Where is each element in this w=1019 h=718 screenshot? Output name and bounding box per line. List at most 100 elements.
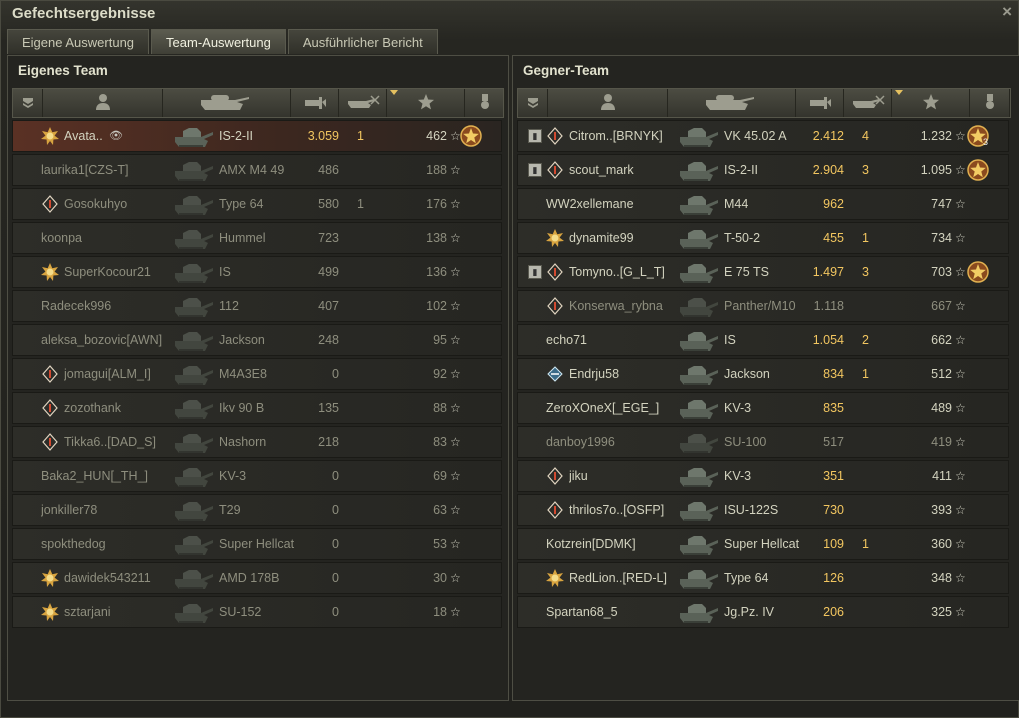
player-row[interactable]: laurika1[CZS-T] AMX M4 49 486 188 ☆ — [12, 154, 502, 186]
player-name[interactable]: Citrom..[BRNYK] — [569, 121, 663, 151]
player-name[interactable]: zozothank — [64, 393, 121, 423]
player-row[interactable]: aleksa_bozovic[AWN] Jackson 248 95 ☆ — [12, 324, 502, 356]
player-name[interactable]: Spartan68_5 — [546, 597, 618, 627]
player-row[interactable]: jomagui[ALM_I] M4A3E8 0 92 ☆ — [12, 358, 502, 390]
star-badge-icon — [546, 229, 564, 247]
player-name[interactable]: Baka2_HUN[_TH_] — [41, 461, 148, 491]
tank-name: Panther/M10 — [724, 299, 796, 313]
tank-image-icon — [171, 190, 217, 218]
player-name[interactable]: dynamite99 — [569, 223, 634, 253]
player-name[interactable]: SuperKocour21 — [64, 257, 151, 287]
player-name[interactable]: laurika1[CZS-T] — [41, 155, 129, 185]
player-row[interactable]: koonpa Hummel 723 138 ☆ — [12, 222, 502, 254]
player-name[interactable]: jonkiller78 — [41, 495, 97, 525]
player-row[interactable]: Tikka6..[DAD_S] Nashorn 218 83 ☆ — [12, 426, 502, 458]
player-row[interactable]: Endrju58 Jackson 834 1 512 ☆ — [517, 358, 1009, 390]
player-row[interactable]: thrilos7o..[OSFP] ISU-122S 730 393 ☆ — [517, 494, 1009, 526]
xp-star-column-header[interactable] — [387, 89, 465, 117]
player-column-header[interactable] — [43, 89, 163, 117]
tab-team-report[interactable]: Team-Auswertung — [151, 29, 286, 54]
star-badge-icon — [41, 569, 59, 587]
player-row[interactable]: WW2xellemane M44 962 747 ☆ — [517, 188, 1009, 220]
player-row[interactable]: jiku KV-3 351 411 ☆ — [517, 460, 1009, 492]
player-name[interactable]: thrilos7o..[OSFP] — [569, 495, 664, 525]
player-row[interactable]: Spartan68_5 Jg.Pz. IV 206 325 ☆ — [517, 596, 1009, 628]
player-row[interactable]: RedLion..[RED-L] Type 64 126 348 ☆ — [517, 562, 1009, 594]
platoon-column-header[interactable] — [518, 89, 548, 117]
player-row[interactable]: SuperKocour21 IS 499 136 ☆ — [12, 256, 502, 288]
player-name[interactable]: Gosokuhyo — [64, 189, 127, 219]
player-name[interactable]: Endrju58 — [569, 359, 619, 389]
player-name[interactable]: WW2xellemane — [546, 189, 634, 219]
tank-name: KV-3 — [219, 469, 247, 483]
player-row[interactable]: Gosokuhyo Type 64 580 1 176 ☆ — [12, 188, 502, 220]
tab-detailed-report[interactable]: Ausführlicher Bericht — [287, 29, 438, 54]
player-row[interactable]: Avata.. 👁 IS-2-II 3.059 1 462 ☆ — [12, 120, 502, 152]
player-column-header[interactable] — [548, 89, 668, 117]
damage-value: 0 — [332, 367, 339, 381]
close-icon[interactable]: × — [1002, 2, 1012, 22]
player-name[interactable]: Kotzrein[DDMK] — [546, 529, 636, 559]
xp-value: 667 — [931, 299, 952, 313]
player-row[interactable]: dynamite99 T-50-2 455 1 734 ☆ — [517, 222, 1009, 254]
diamond-badge-icon — [41, 365, 59, 383]
xp-star-icon: ☆ — [450, 197, 461, 211]
tank-name: Ikv 90 B — [219, 401, 265, 415]
player-name[interactable]: Radecek996 — [41, 291, 111, 321]
player-name[interactable]: jiku — [569, 461, 588, 491]
player-row[interactable]: zozothank Ikv 90 B 135 88 ☆ — [12, 392, 502, 424]
damage-column-header[interactable] — [796, 89, 844, 117]
player-row[interactable]: danboy1996 SU-100 517 419 ☆ — [517, 426, 1009, 458]
medal-icon[interactable] — [459, 124, 483, 148]
player-name[interactable]: Tomyno..[G_L_T] — [569, 257, 665, 287]
player-name[interactable]: ZeroXOneX[_EGE_] — [546, 393, 659, 423]
player-row[interactable]: Baka2_HUN[_TH_] KV-3 0 69 ☆ — [12, 460, 502, 492]
medal-column-header[interactable] — [465, 89, 505, 117]
player-row[interactable]: ZeroXOneX[_EGE_] KV-3 835 489 ☆ — [517, 392, 1009, 424]
damage-column-header[interactable] — [291, 89, 339, 117]
xp-value: 30 — [433, 571, 447, 585]
player-row[interactable]: spokthedog Super Hellcat 0 53 ☆ — [12, 528, 502, 560]
tank-name: IS-2-II — [724, 163, 759, 177]
medal-icon[interactable] — [966, 158, 990, 182]
kills-column-header[interactable] — [844, 89, 892, 117]
tab-bar: Eigene Auswertung Team-Auswertung Ausfüh… — [7, 29, 438, 54]
medal-column-header[interactable] — [970, 89, 1010, 117]
player-name[interactable]: Avata.. — [64, 121, 103, 151]
player-name[interactable]: aleksa_bozovic[AWN] — [41, 325, 162, 355]
player-name[interactable]: dawidek543211 — [64, 563, 151, 593]
player-name[interactable]: echo71 — [546, 325, 587, 355]
player-name[interactable]: sztarjani — [64, 597, 111, 627]
tank-name: IS — [219, 265, 231, 279]
player-name[interactable]: koonpa — [41, 223, 82, 253]
player-name[interactable]: RedLion..[RED-L] — [569, 563, 667, 593]
medal-icon[interactable] — [966, 260, 990, 284]
player-name[interactable]: scout_mark — [569, 155, 634, 185]
player-name[interactable]: spokthedog — [41, 529, 106, 559]
player-name[interactable]: danboy1996 — [546, 427, 615, 457]
player-row[interactable]: ▮ scout_mark IS-2-II 2.904 3 1.095 ☆ — [517, 154, 1009, 186]
tank-name: M44 — [724, 197, 749, 211]
xp-star-icon: ☆ — [450, 299, 461, 313]
player-row[interactable]: sztarjani SU-152 0 18 ☆ — [12, 596, 502, 628]
player-row[interactable]: Konserwa_rybna Panther/M10 1.118 667 ☆ — [517, 290, 1009, 322]
player-row[interactable]: jonkiller78 T29 0 63 ☆ — [12, 494, 502, 526]
player-row[interactable]: echo71 IS 1.054 2 662 ☆ — [517, 324, 1009, 356]
tab-personal-report[interactable]: Eigene Auswertung — [7, 29, 150, 54]
player-row[interactable]: Kotzrein[DDMK] Super Hellcat 109 1 360 ☆ — [517, 528, 1009, 560]
tank-column-header[interactable] — [163, 89, 291, 117]
tank-column-header[interactable] — [668, 89, 796, 117]
player-row[interactable]: dawidek543211 AMD 178B 0 30 ☆ — [12, 562, 502, 594]
player-name[interactable]: Konserwa_rybna — [569, 291, 663, 321]
player-row[interactable]: Radecek996 112 407 102 ☆ — [12, 290, 502, 322]
player-name[interactable]: Tikka6..[DAD_S] — [64, 427, 156, 457]
player-row[interactable]: ▮ Citrom..[BRNYK] VK 45.02 A 2.412 4 1.232 ☆ 3 — [517, 120, 1009, 152]
player-name[interactable]: jomagui[ALM_I] — [64, 359, 151, 389]
player-row[interactable]: ▮ Tomyno..[G_L_T] E 75 TS 1.497 3 703 ☆ — [517, 256, 1009, 288]
damage-value: 730 — [823, 503, 844, 517]
kills-column-header[interactable] — [339, 89, 387, 117]
xp-star-column-header[interactable] — [892, 89, 970, 117]
medal-icon — [479, 93, 491, 114]
platoon-column-header[interactable] — [13, 89, 43, 117]
chat-muted-icon[interactable]: 👁 — [109, 121, 123, 151]
